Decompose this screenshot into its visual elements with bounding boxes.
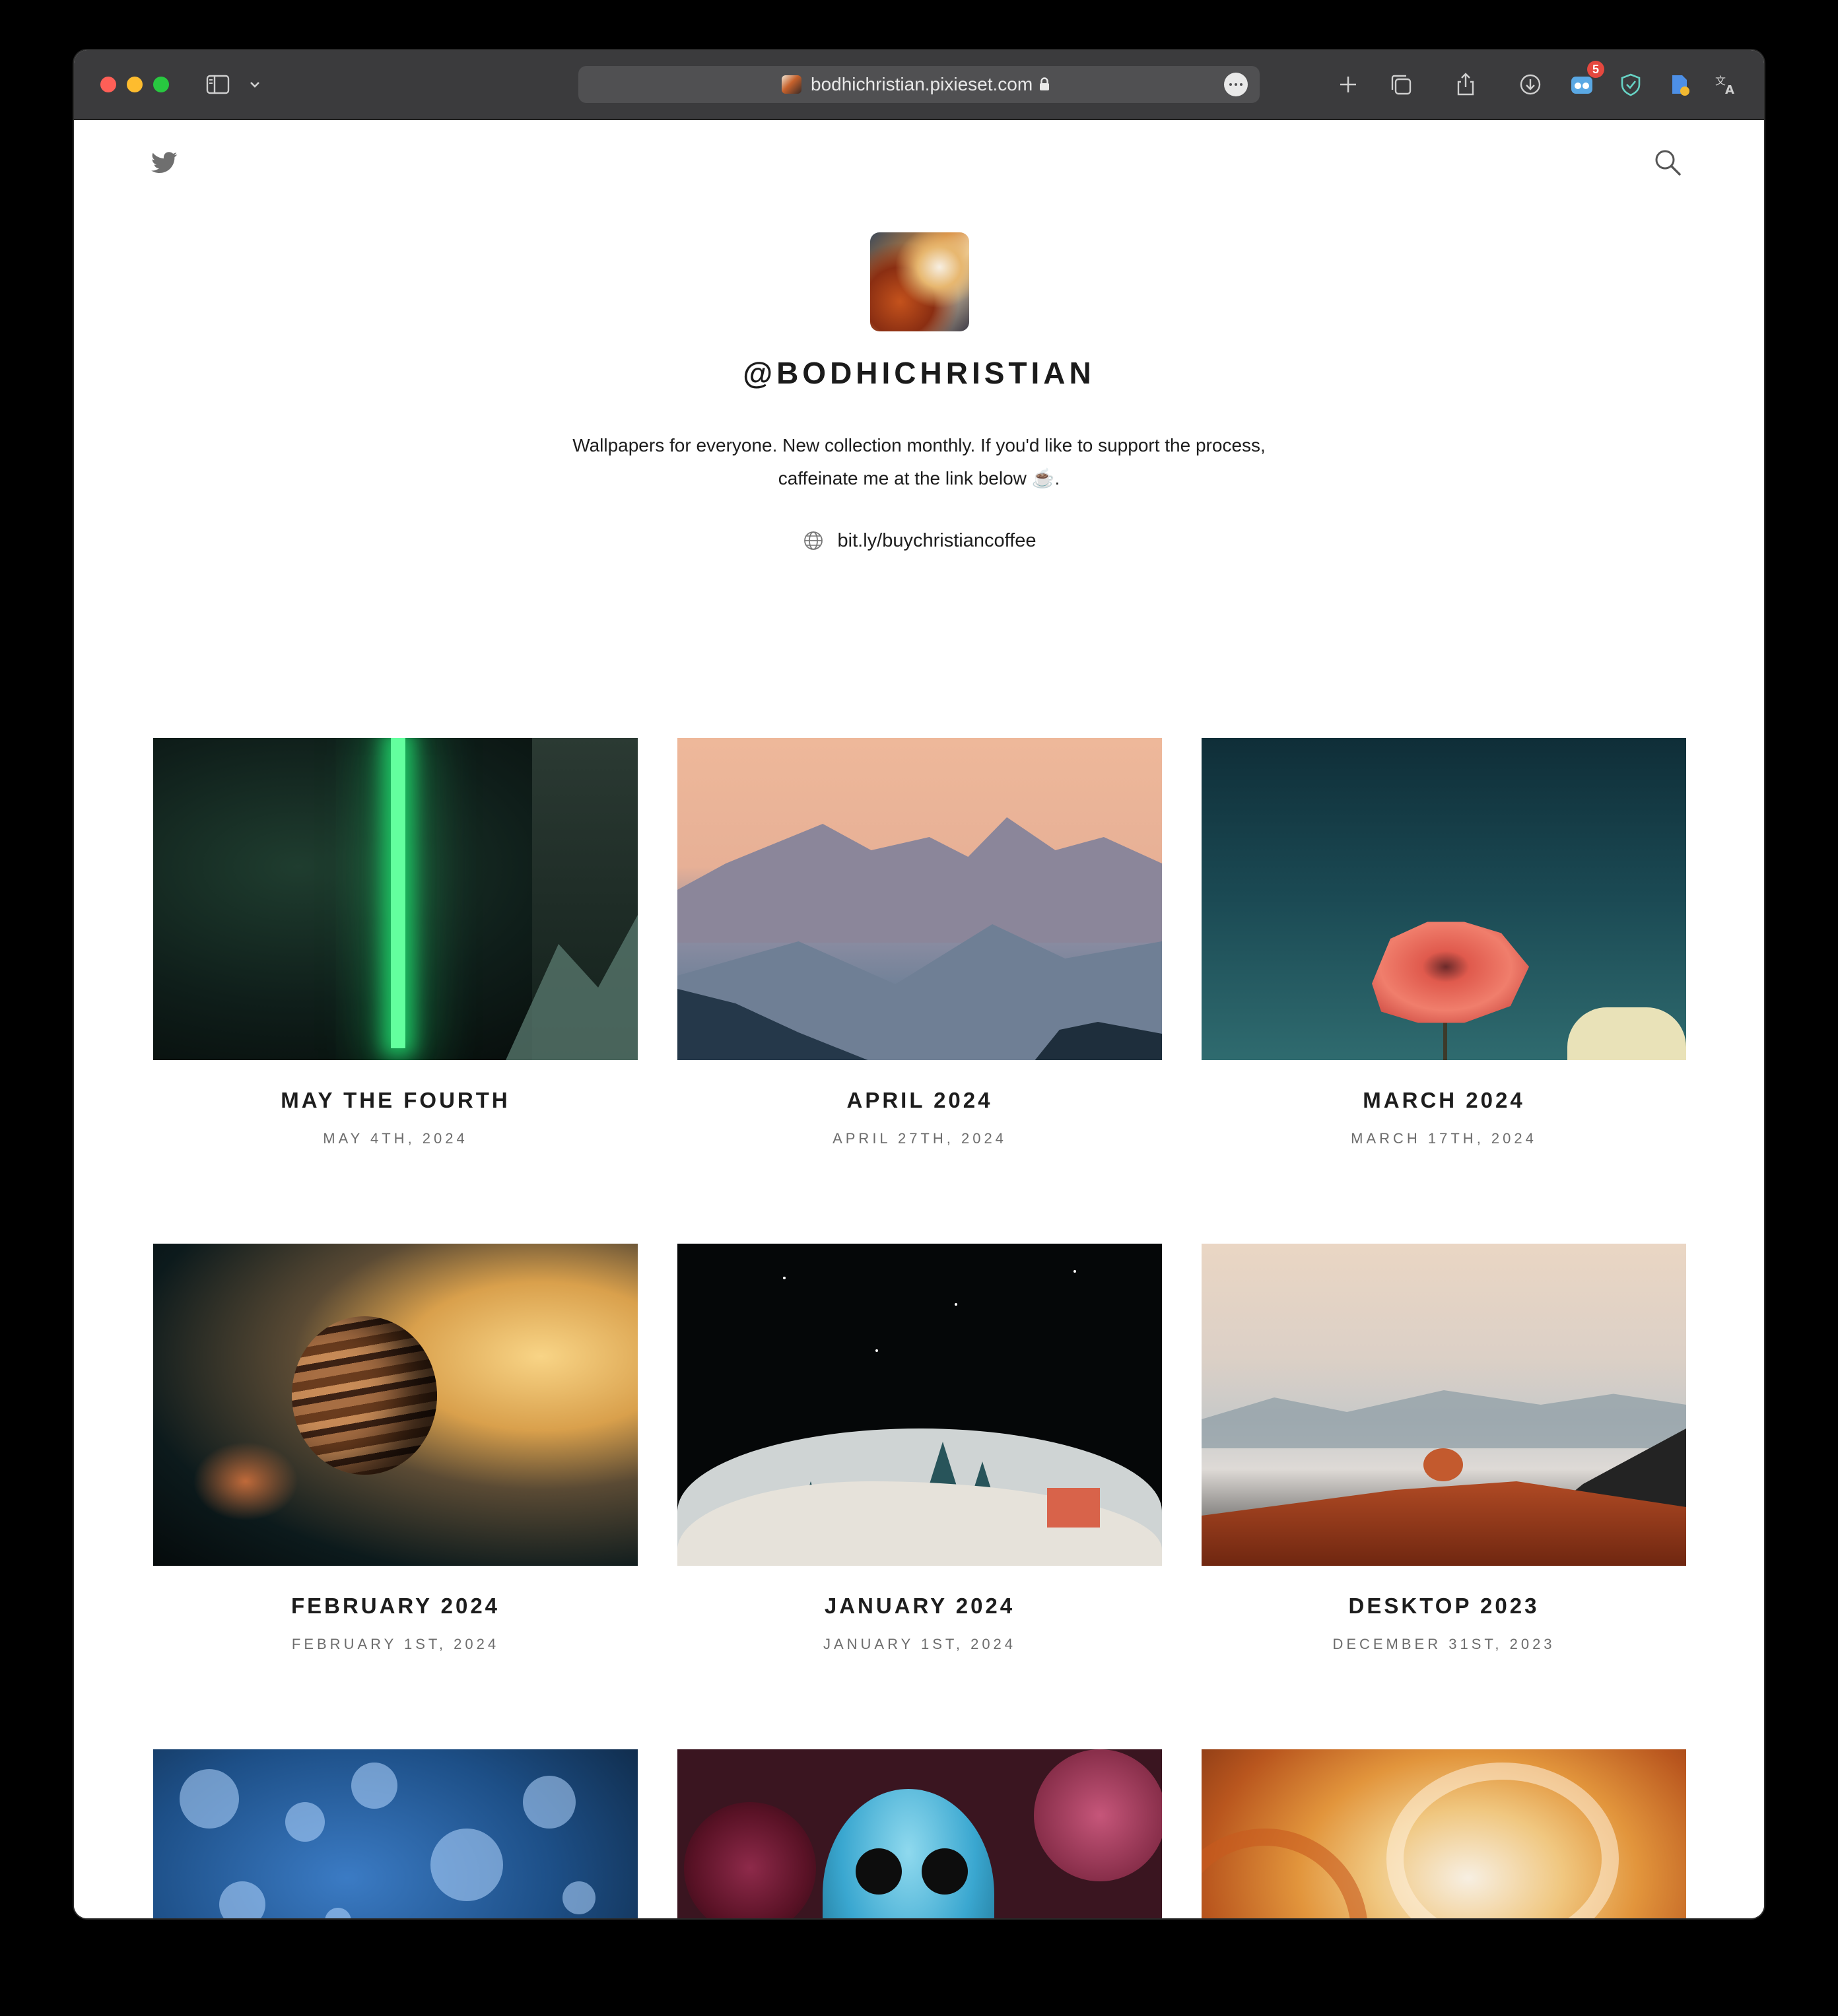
collection-thumbnail[interactable]	[677, 1244, 1162, 1566]
collection-title[interactable]: JANUARY 2024	[677, 1594, 1162, 1619]
browser-window: bodhichristian.pixieset.com 5 文A @BODHIC…	[74, 50, 1764, 1918]
collection-card[interactable]: FEBRUARY 2024 FEBRUARY 1ST, 2024	[153, 1244, 638, 1653]
bio-line-1: Wallpapers for everyone. New collection …	[572, 435, 1266, 455]
download-icon[interactable]	[1515, 69, 1546, 100]
profile-bio: Wallpapers for everyone. New collection …	[556, 429, 1282, 495]
collection-card[interactable]	[153, 1749, 638, 1918]
profile-link-text[interactable]: bit.ly/buychristiancoffee	[838, 530, 1037, 552]
bio-line-2: caffeinate me at the link below ☕.	[778, 468, 1060, 488]
collection-date: MAY 4TH, 2024	[323, 1130, 468, 1147]
collection-card[interactable]: DESKTOP 2023 DECEMBER 31ST, 2023	[1202, 1244, 1686, 1653]
collection-card[interactable]: MARCH 2024 MARCH 17TH, 2024	[1202, 738, 1686, 1147]
shield-check-icon[interactable]	[1615, 69, 1647, 100]
collection-thumbnail[interactable]	[153, 1749, 638, 1918]
collection-card[interactable]: MAY THE FOURTH MAY 4TH, 2024	[153, 738, 638, 1147]
address-bar[interactable]: bodhichristian.pixieset.com	[578, 66, 1260, 103]
extension2-icon[interactable]	[1664, 69, 1695, 100]
svg-text:文: 文	[1715, 75, 1726, 87]
collection-thumbnail[interactable]	[677, 1749, 1162, 1918]
zoom-window-button[interactable]	[153, 77, 169, 92]
globe-icon	[803, 531, 823, 550]
collection-card[interactable]	[677, 1749, 1162, 1918]
profile-name: @BODHICHRISTIAN	[743, 356, 1095, 390]
minimize-window-button[interactable]	[127, 77, 143, 92]
collection-title[interactable]: MAY THE FOURTH	[153, 1088, 638, 1113]
collection-thumbnail[interactable]	[1202, 738, 1686, 1060]
sidebar-icon[interactable]	[202, 69, 234, 100]
plus-icon[interactable]	[1332, 69, 1364, 100]
collection-title[interactable]: FEBRUARY 2024	[153, 1594, 638, 1619]
lock-icon	[1040, 77, 1049, 90]
collection-thumbnail[interactable]	[153, 1244, 638, 1566]
address-url: bodhichristian.pixieset.com	[811, 74, 1033, 94]
collection-title[interactable]: APRIL 2024	[677, 1088, 1162, 1113]
chevron-down-icon[interactable]	[239, 69, 271, 100]
collection-date: APRIL 27TH, 2024	[833, 1130, 1007, 1147]
collection-card[interactable]: APRIL 2024 APRIL 27TH, 2024	[677, 738, 1162, 1147]
profile-link[interactable]: bit.ly/buychristiancoffee	[74, 529, 1764, 552]
collection-date: MARCH 17TH, 2024	[1351, 1130, 1537, 1147]
twitter-icon[interactable]	[151, 149, 178, 177]
browser-toolbar: bodhichristian.pixieset.com 5 文A	[74, 50, 1764, 120]
svg-text:A: A	[1725, 83, 1734, 97]
translate-icon[interactable]: 文A	[1710, 69, 1742, 100]
search-icon[interactable]	[1652, 147, 1684, 178]
collection-date: FEBRUARY 1ST, 2024	[291, 1636, 500, 1652]
share-icon[interactable]	[1450, 69, 1481, 100]
page-content: @BODHICHRISTIAN Wallpapers for everyone.…	[74, 120, 1764, 1918]
collection-card[interactable]	[1202, 1749, 1686, 1918]
collection-thumbnail[interactable]	[1202, 1244, 1686, 1566]
notification-badge: 5	[1587, 61, 1604, 78]
collection-title[interactable]: DESKTOP 2023	[1202, 1594, 1686, 1619]
collection-thumbnail[interactable]	[1202, 1749, 1686, 1918]
tabs-overview-icon[interactable]	[1385, 69, 1417, 100]
site-favicon	[782, 75, 801, 94]
collection-title[interactable]: MARCH 2024	[1202, 1088, 1686, 1113]
profile-avatar	[870, 232, 969, 331]
close-window-button[interactable]	[100, 77, 116, 92]
collection-card[interactable]: JANUARY 2024 JANUARY 1ST, 2024	[677, 1244, 1162, 1653]
more-options-button[interactable]	[1224, 73, 1248, 96]
collection-thumbnail[interactable]	[677, 738, 1162, 1060]
collection-date: DECEMBER 31ST, 2023	[1332, 1636, 1555, 1652]
collection-date: JANUARY 1ST, 2024	[823, 1636, 1017, 1652]
collection-thumbnail[interactable]	[153, 738, 638, 1060]
